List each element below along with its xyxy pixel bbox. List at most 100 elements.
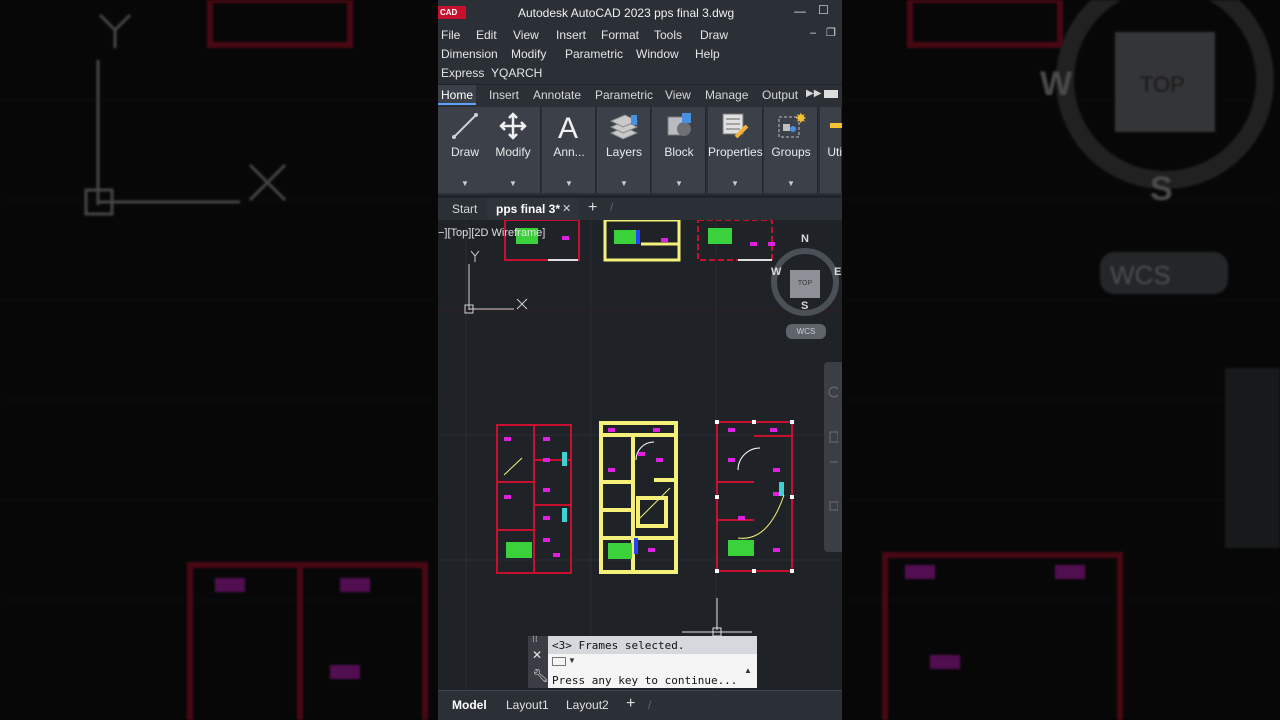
chevron-down-icon[interactable]: ▼ (764, 179, 818, 188)
panel-modify[interactable]: Modify ▼ (486, 107, 541, 193)
floor-plan-top-center (603, 220, 681, 262)
svg-text:✸: ✸ (795, 111, 806, 127)
panel-utilities-label: Uti (827, 145, 842, 159)
panel-annotation[interactable]: A Ann... ▼ (542, 107, 596, 193)
panel-draw[interactable]: Draw ▼ (438, 107, 492, 193)
new-tab-button[interactable]: + (588, 199, 597, 217)
chevron-down-icon[interactable]: ▼ (486, 179, 540, 188)
menu-parametric[interactable]: Parametric (565, 47, 623, 61)
doc-restore-icon[interactable]: ❐ (826, 26, 836, 39)
floor-plan-center (599, 421, 678, 574)
tab-output[interactable]: Output (762, 88, 798, 102)
compass-west[interactable]: W (771, 266, 781, 278)
command-input[interactable]: ▼ ▲ Press any key to continue... (548, 654, 757, 688)
panel-properties[interactable]: Properties ▼ (708, 107, 763, 193)
panel-layers[interactable]: Layers ▼ (597, 107, 651, 193)
floor-plan-top-left (504, 220, 580, 261)
panel-block-label: Block (664, 145, 694, 159)
panel-groups[interactable]: ✸ Groups ▼ (764, 107, 818, 193)
viewcube[interactable]: N S W E TOP (768, 232, 841, 322)
panel-annotation-label: Ann... (553, 145, 585, 159)
more-tabs-icon[interactable]: ▶▶ (806, 88, 821, 99)
tab-start[interactable]: Start (452, 202, 477, 216)
active-drawing-name: pps final 3* (496, 202, 561, 216)
block-icon (667, 113, 691, 136)
grip-icon[interactable]: ⁝⁝ (532, 634, 538, 645)
maximize-icon[interactable]: ☐ (818, 3, 829, 17)
tab-annotate[interactable]: Annotate (533, 88, 581, 102)
layout-tab-bar: Model Layout1 Layout2 + / (438, 690, 842, 720)
wrench-icon[interactable]: 🔧︎ (532, 668, 549, 684)
menu-format[interactable]: Format (601, 28, 639, 42)
menu-insert[interactable]: Insert (556, 28, 586, 42)
layers-icon (609, 114, 639, 140)
chevron-down-icon[interactable]: ▼ (542, 179, 596, 188)
tab-insert[interactable]: Insert (489, 88, 519, 102)
crosshair-cursor (682, 598, 752, 637)
tab-view[interactable]: View (665, 88, 691, 102)
title-bar: CAD Autodesk AutoCAD 2023 pps final 3.dw… (438, 0, 842, 26)
chevron-down-icon[interactable]: ▼ (708, 179, 762, 188)
command-line-handle[interactable]: ⁝⁝ ✕ 🔧︎ (528, 634, 549, 688)
command-prompt-icon[interactable] (552, 657, 566, 666)
add-layout-button[interactable]: + (626, 695, 635, 713)
navigation-bar[interactable] (824, 362, 842, 552)
menu-window[interactable]: Window (636, 47, 679, 61)
compass-south[interactable]: S (801, 300, 808, 312)
menu-file[interactable]: File (441, 28, 460, 42)
tab-home[interactable]: Home (438, 85, 477, 105)
tab-layout1[interactable]: Layout1 (506, 698, 549, 712)
recent-commands-icon[interactable]: ▲ (744, 666, 752, 675)
compass-north[interactable]: N (801, 233, 809, 245)
panel-layers-label: Layers (605, 145, 643, 159)
screen: TOP W S WCS CAD Autodesk AutoCAD 2023 pp… (0, 0, 1280, 720)
tab-manage[interactable]: Manage (705, 88, 748, 102)
panel-utilities[interactable]: Uti (820, 107, 842, 193)
tab-parametric[interactable]: Parametric (595, 88, 653, 102)
menu-dimension[interactable]: Dimension (441, 47, 498, 61)
autocad-window: CAD Autodesk AutoCAD 2023 pps final 3.dw… (438, 0, 842, 720)
tab-divider: / (610, 200, 614, 214)
menu-help[interactable]: Help (695, 47, 720, 61)
chevron-down-icon[interactable]: ▼ (597, 179, 651, 188)
wcs-menu[interactable]: WCS (786, 324, 826, 339)
panel-modify-label: Modify (495, 145, 531, 159)
command-line: ⁝⁝ ✕ 🔧︎ <3> Frames selected. ▼ ▲ Press a… (528, 634, 757, 688)
ribbon: Draw ▼ Modify ▼ A Ann... ▼ Layers ▼ Bloc… (438, 105, 842, 195)
compass-east[interactable]: E (834, 266, 841, 278)
app-logo[interactable]: CAD (438, 6, 466, 19)
close-command-icon[interactable]: ✕ (532, 648, 542, 662)
groups-icon: ✸ (778, 111, 806, 138)
floor-plan-left (496, 424, 572, 574)
app-badge: CAD (440, 8, 458, 17)
menu-express[interactable]: Express (441, 66, 484, 80)
ribbon-toggle-icon[interactable] (824, 90, 838, 98)
chevron-down-icon[interactable]: ▼ (438, 179, 492, 188)
move-icon (499, 112, 527, 140)
menu-edit[interactable]: Edit (476, 28, 497, 42)
svg-text:W: W (1040, 65, 1073, 103)
menu-yqarch[interactable]: YQARCH (491, 66, 542, 80)
command-history: <3> Frames selected. (548, 636, 757, 654)
chevron-down-icon[interactable]: ▼ (568, 656, 576, 665)
tab-model[interactable]: Model (452, 698, 487, 712)
svg-text:S: S (1150, 170, 1173, 208)
text-icon: A (558, 112, 578, 141)
command-prompt-text: Press any key to continue... (552, 674, 738, 687)
menu-draw[interactable]: Draw (700, 28, 728, 42)
menu-tools[interactable]: Tools (654, 28, 682, 42)
viewport-controls-label[interactable]: −][Top][2D Wireframe] (438, 227, 545, 239)
drawing-viewport[interactable]: −][Top][2D Wireframe] N S W E TOP WCS ⁝⁝… (438, 220, 842, 690)
chevron-down-icon[interactable]: ▼ (652, 179, 706, 188)
minimize-icon[interactable]: — (794, 4, 806, 18)
menu-modify[interactable]: Modify (511, 47, 546, 61)
floor-plan-top-right (697, 220, 775, 261)
menu-bar: File Edit View Insert Format Tools Draw … (438, 26, 842, 84)
viewcube-top-face[interactable]: TOP (790, 270, 820, 298)
floor-plan-right (715, 420, 794, 573)
panel-block[interactable]: Block ▼ (652, 107, 706, 193)
close-icon[interactable]: ✕ (562, 202, 571, 215)
menu-view[interactable]: View (513, 28, 539, 42)
doc-minimize-icon[interactable]: – (810, 27, 816, 39)
tab-layout2[interactable]: Layout2 (566, 698, 609, 712)
